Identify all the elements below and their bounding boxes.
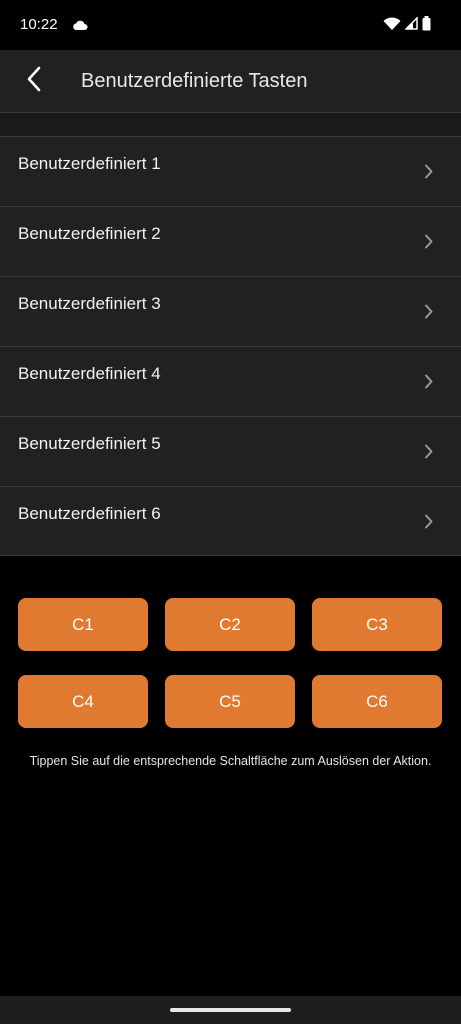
c4-button[interactable]: C4 xyxy=(18,675,148,728)
c6-button[interactable]: C6 xyxy=(312,675,442,728)
c3-button[interactable]: C3 xyxy=(312,598,442,651)
app-bar: Benutzerdefinierte Tasten xyxy=(0,50,461,113)
list-item-custom-5[interactable]: Benutzerdefiniert 5 xyxy=(0,416,461,486)
c2-button[interactable]: C2 xyxy=(165,598,295,651)
battery-icon xyxy=(422,16,431,36)
cellular-signal-icon xyxy=(404,16,418,35)
custom-button-grid: C1 C2 C3 C4 C5 C6 xyxy=(18,598,443,728)
status-bar: 10:22 xyxy=(0,0,461,50)
back-button[interactable] xyxy=(14,60,54,102)
list-item-label: Benutzerdefiniert 5 xyxy=(18,434,161,453)
custom-keys-list: Benutzerdefiniert 1 Benutzerdefiniert 2 … xyxy=(0,136,461,556)
c5-button[interactable]: C5 xyxy=(165,675,295,728)
list-item-custom-6[interactable]: Benutzerdefiniert 6 xyxy=(0,486,461,556)
chevron-right-icon xyxy=(424,164,433,184)
chevron-left-icon xyxy=(26,66,42,97)
list-item-label: Benutzerdefiniert 2 xyxy=(18,224,161,243)
chevron-right-icon xyxy=(424,304,433,324)
chevron-right-icon xyxy=(424,234,433,254)
section-spacer xyxy=(0,113,461,136)
c1-button[interactable]: C1 xyxy=(18,598,148,651)
chevron-right-icon xyxy=(424,514,433,534)
home-gesture-handle[interactable] xyxy=(170,1008,291,1012)
list-item-custom-4[interactable]: Benutzerdefiniert 4 xyxy=(0,346,461,416)
list-item-custom-1[interactable]: Benutzerdefiniert 1 xyxy=(0,136,461,206)
list-item-custom-2[interactable]: Benutzerdefiniert 2 xyxy=(0,206,461,276)
chevron-right-icon xyxy=(424,444,433,464)
list-item-custom-3[interactable]: Benutzerdefiniert 3 xyxy=(0,276,461,346)
list-item-label: Benutzerdefiniert 1 xyxy=(18,154,161,173)
cloud-icon xyxy=(72,18,88,36)
system-nav-bar xyxy=(0,996,461,1024)
status-icons xyxy=(383,16,431,36)
chevron-right-icon xyxy=(424,374,433,394)
page-title: Benutzerdefinierte Tasten xyxy=(81,70,308,92)
wifi-icon xyxy=(383,16,401,36)
status-time: 10:22 xyxy=(20,16,58,33)
hint-text: Tippen Sie auf die entsprechende Schaltf… xyxy=(29,754,432,768)
list-item-label: Benutzerdefiniert 3 xyxy=(18,294,161,313)
list-item-label: Benutzerdefiniert 6 xyxy=(18,504,161,523)
list-item-label: Benutzerdefiniert 4 xyxy=(18,364,161,383)
